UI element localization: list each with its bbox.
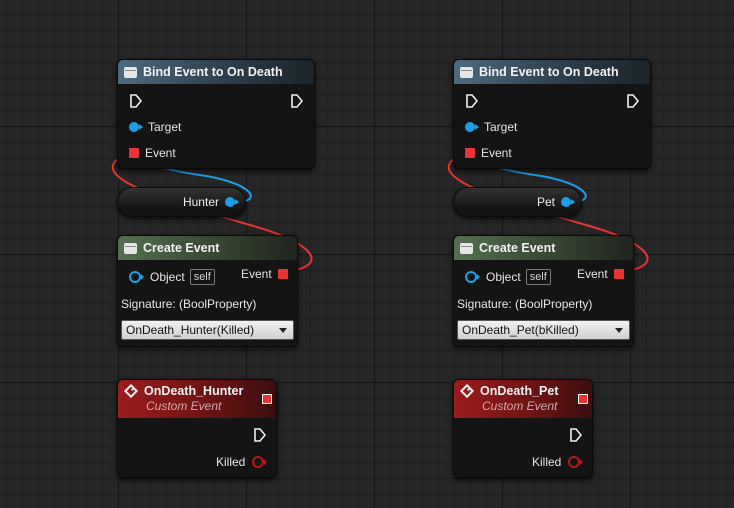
node-title: Bind Event to On Death — [143, 65, 283, 79]
target-label: Target — [484, 120, 518, 134]
node-title: Bind Event to On Death — [479, 65, 619, 79]
function-icon — [124, 242, 137, 254]
event-diamond-icon — [459, 383, 475, 399]
delegate-output-pin[interactable] — [578, 394, 588, 404]
custom-event-node-right[interactable]: OnDeath_Pet Custom Event Killed — [453, 379, 593, 478]
node-header: OnDeath_Hunter Custom Event — [118, 380, 276, 418]
hunter-variable-node[interactable]: Hunter — [117, 187, 246, 217]
variable-output-pin[interactable] — [225, 197, 239, 207]
self-default-value[interactable]: self — [189, 269, 215, 285]
node-header: Create Event — [118, 236, 297, 260]
exec-out-pin[interactable] — [254, 428, 266, 442]
node-subtitle: Custom Event — [146, 399, 222, 413]
create-event-node-right[interactable]: Create Event Object self Event Signature… — [453, 235, 634, 347]
dropdown-value: OnDeath_Pet(bKilled) — [462, 323, 579, 337]
object-label: Object — [150, 270, 185, 284]
pet-variable-node[interactable]: Pet — [453, 187, 582, 217]
node-header: Bind Event to On Death — [118, 60, 314, 84]
event-label: Event — [145, 146, 176, 160]
function-icon — [460, 242, 473, 254]
exec-in-pin[interactable] — [130, 94, 142, 108]
function-select-dropdown[interactable]: OnDeath_Pet(bKilled) — [457, 320, 630, 340]
dropdown-value: OnDeath_Hunter(Killed) — [126, 323, 255, 337]
exec-out-pin[interactable] — [570, 428, 582, 442]
variable-label: Hunter — [182, 195, 219, 209]
function-icon — [124, 66, 137, 78]
delegate-output-pin[interactable] — [262, 394, 272, 404]
function-select-dropdown[interactable]: OnDeath_Hunter(Killed) — [121, 320, 294, 340]
create-event-node-left[interactable]: Create Event Object self Event Signature… — [117, 235, 298, 347]
event-diamond-icon — [123, 383, 139, 399]
bind-event-node-right[interactable]: Bind Event to On Death Target Event — [453, 59, 651, 169]
node-title: OnDeath_Pet — [480, 384, 559, 398]
event-output-pin[interactable] — [277, 269, 288, 279]
self-default-value[interactable]: self — [525, 269, 551, 285]
target-pin[interactable] — [129, 122, 143, 132]
node-subtitle: Custom Event — [482, 399, 558, 413]
node-header: Create Event — [454, 236, 633, 260]
killed-output-pin[interactable] — [252, 456, 268, 468]
node-title: Create Event — [479, 241, 556, 255]
variable-output-pin[interactable] — [561, 197, 575, 207]
event-output-label: Event — [577, 267, 608, 281]
node-header: Bind Event to On Death — [454, 60, 650, 84]
function-icon — [460, 66, 473, 78]
signature-text: Signature: (BoolProperty) — [121, 297, 257, 311]
event-label: Event — [481, 146, 512, 160]
event-pin[interactable] — [129, 148, 139, 158]
node-title: Create Event — [143, 241, 220, 255]
param-label: Killed — [532, 455, 562, 469]
event-output-pin[interactable] — [613, 269, 624, 279]
signature-text: Signature: (BoolProperty) — [457, 297, 593, 311]
node-title: OnDeath_Hunter — [144, 384, 244, 398]
event-output-label: Event — [241, 267, 272, 281]
param-label: Killed — [216, 455, 246, 469]
killed-output-pin[interactable] — [568, 456, 584, 468]
target-label: Target — [148, 120, 182, 134]
bind-event-node-left[interactable]: Bind Event to On Death Target Event — [117, 59, 315, 169]
target-pin[interactable] — [465, 122, 479, 132]
object-label: Object — [486, 270, 521, 284]
object-pin[interactable] — [129, 271, 144, 283]
exec-out-pin[interactable] — [627, 94, 639, 108]
chevron-down-icon — [615, 328, 623, 333]
custom-event-node-left[interactable]: OnDeath_Hunter Custom Event Killed — [117, 379, 277, 478]
exec-out-pin[interactable] — [291, 94, 303, 108]
event-pin[interactable] — [465, 148, 475, 158]
object-pin[interactable] — [465, 271, 480, 283]
chevron-down-icon — [279, 328, 287, 333]
variable-label: Pet — [536, 195, 555, 209]
node-header: OnDeath_Pet Custom Event — [454, 380, 592, 418]
exec-in-pin[interactable] — [466, 94, 478, 108]
